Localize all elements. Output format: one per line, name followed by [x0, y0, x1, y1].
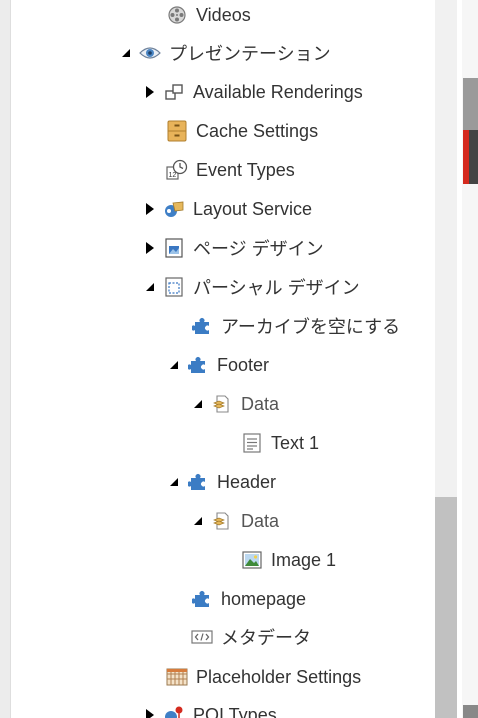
- partial-design-icon: [163, 276, 185, 298]
- tree-item-label: パーシャル デザイン: [193, 278, 360, 298]
- tree-item-text-1[interactable]: Text 1: [241, 428, 319, 458]
- collapse-toggle[interactable]: [167, 472, 181, 492]
- scrollbar-thumb[interactable]: [435, 497, 457, 718]
- tree-item-placeholder-settings[interactable]: Placeholder Settings: [166, 662, 361, 692]
- tree-item-label: Available Renderings: [193, 81, 363, 102]
- tree-item-presentation[interactable]: プレゼンテーション: [119, 38, 331, 68]
- tree-item-label: Layout Service: [193, 198, 313, 219]
- film-reel-icon: [166, 4, 188, 26]
- expand-toggle[interactable]: [143, 82, 157, 102]
- tree-item-label: Footer: [217, 354, 270, 375]
- expand-toggle[interactable]: [143, 705, 157, 718]
- placeholder-grid-icon: [166, 666, 188, 688]
- collapse-toggle[interactable]: [167, 355, 181, 375]
- tree-item-label: homepage: [221, 588, 307, 609]
- tree-item-label: ページ デザイン: [193, 239, 324, 259]
- data-folder-icon: [211, 393, 233, 415]
- tree-item-page-design[interactable]: ページ デザイン: [143, 233, 324, 263]
- poi-types-icon: [163, 704, 185, 718]
- tree-item-empty-archive[interactable]: アーカイブを空にする: [191, 311, 400, 341]
- tree-item-label: Videos: [196, 4, 251, 25]
- puzzle-icon: [187, 354, 209, 376]
- right-panel-bottom-block: [463, 705, 478, 718]
- event-clock-icon: 12: [166, 159, 188, 181]
- tree-item-label: Cache Settings: [196, 120, 319, 141]
- svg-text:12: 12: [169, 172, 177, 179]
- collapse-toggle[interactable]: [119, 43, 133, 63]
- tree-item-label: Image 1: [271, 549, 337, 570]
- right-panel-gray-block: [463, 78, 478, 130]
- content-tree: Videos プレゼンテーション Available Renderings Ca…: [11, 0, 435, 718]
- tree-item-label: Data: [241, 393, 280, 414]
- renderings-icon: [163, 81, 185, 103]
- tree-item-event-types[interactable]: 12 Event Types: [166, 155, 295, 185]
- tree-item-footer[interactable]: Footer: [167, 350, 269, 380]
- tree-item-videos[interactable]: Videos: [166, 0, 251, 30]
- tree-item-layout-service[interactable]: Layout Service: [143, 194, 312, 224]
- tree-item-available-renderings[interactable]: Available Renderings: [143, 77, 363, 107]
- tree-item-cache-settings[interactable]: Cache Settings: [166, 116, 318, 146]
- tree-item-metadata[interactable]: メタデータ: [191, 622, 311, 652]
- expand-toggle[interactable]: [143, 199, 157, 219]
- tree-item-label: Header: [217, 471, 277, 492]
- puzzle-icon: [187, 471, 209, 493]
- tree-item-label: Placeholder Settings: [196, 666, 362, 687]
- tree-item-label: POI Types: [193, 704, 277, 718]
- tree-item-label: アーカイブを空にする: [221, 317, 401, 337]
- tree-item-label: Event Types: [196, 159, 295, 180]
- collapse-toggle[interactable]: [191, 511, 205, 531]
- right-panel-red-marker: [463, 130, 469, 184]
- tree-item-label: Text 1: [271, 432, 320, 453]
- layout-service-icon: [163, 198, 185, 220]
- tree-item-label: Data: [241, 510, 280, 531]
- eye-icon: [139, 42, 161, 64]
- image-icon: [241, 549, 263, 571]
- tree-item-header-data[interactable]: Data: [191, 506, 279, 536]
- puzzle-icon: [191, 588, 213, 610]
- expand-toggle[interactable]: [143, 238, 157, 258]
- tree-item-partial-design[interactable]: パーシャル デザイン: [143, 272, 360, 302]
- text-document-icon: [241, 432, 263, 454]
- tree-item-label: プレゼンテーション: [169, 44, 331, 64]
- code-tag-icon: [191, 626, 213, 648]
- tree-item-poi-types[interactable]: POI Types: [143, 700, 277, 718]
- page-design-icon: [163, 237, 185, 259]
- data-folder-icon: [211, 510, 233, 532]
- collapse-toggle[interactable]: [143, 277, 157, 297]
- collapse-toggle[interactable]: [191, 394, 205, 414]
- left-panel-edge: [0, 0, 10, 718]
- tree-item-homepage[interactable]: homepage: [191, 584, 306, 614]
- tree-item-image-1[interactable]: Image 1: [241, 545, 336, 575]
- tree-item-label: メタデータ: [221, 628, 311, 648]
- puzzle-icon: [191, 315, 213, 337]
- tree-item-footer-data[interactable]: Data: [191, 389, 279, 419]
- tree-item-header[interactable]: Header: [167, 467, 276, 497]
- cabinet-icon: [166, 120, 188, 142]
